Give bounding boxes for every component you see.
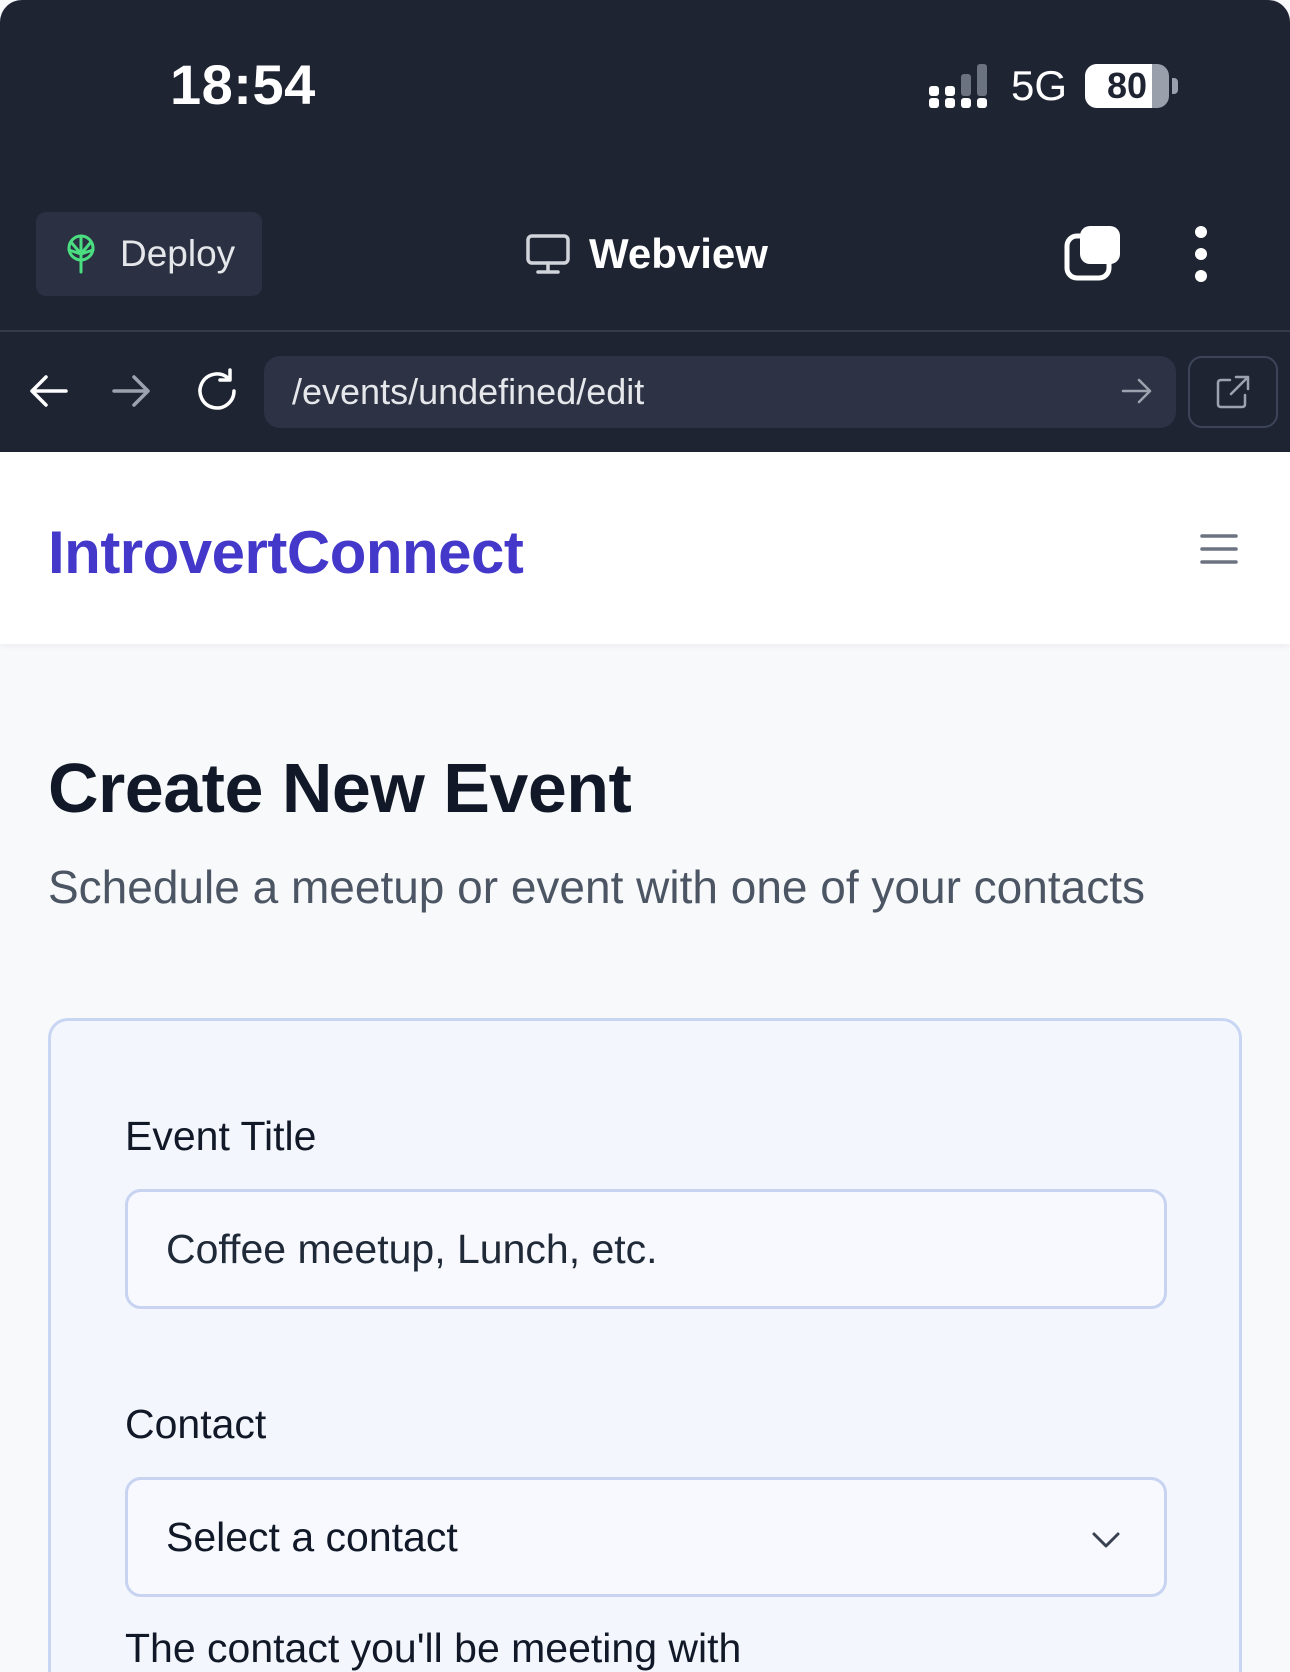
url-text: /events/undefined/edit: [292, 371, 645, 412]
hamburger-menu-icon[interactable]: [1200, 532, 1238, 566]
event-title-placeholder: Coffee meetup, Lunch, etc.: [166, 1225, 658, 1272]
external-link-icon: [1216, 375, 1250, 409]
open-external-button[interactable]: [1188, 356, 1278, 428]
url-bar[interactable]: /events/undefined/edit: [264, 356, 1176, 428]
page-title: Create New Event: [48, 749, 632, 827]
top-toolbar: Deploy Webview: [0, 210, 1290, 300]
status-time: 18:54: [170, 53, 316, 116]
browser-nav-bar: /events/undefined/edit: [0, 356, 1290, 428]
event-form: Event Title Coffee meetup, Lunch, etc. C…: [48, 1018, 1242, 1672]
monitor-icon: [526, 234, 570, 274]
go-arrow-icon[interactable]: [1120, 374, 1154, 408]
contact-help-text: The contact you'll be meeting with: [125, 1625, 742, 1671]
app-header: IntrovertConnect: [0, 452, 1290, 644]
reload-icon[interactable]: [194, 368, 240, 414]
event-title-label: Event Title: [125, 1113, 317, 1159]
toolbar-divider: [0, 330, 1290, 332]
view-mode-label[interactable]: Webview: [525, 230, 768, 278]
battery-tip: [1172, 78, 1178, 94]
signal-icon: [928, 64, 987, 108]
event-title-input[interactable]: Coffee meetup, Lunch, etc.: [125, 1189, 1167, 1309]
arrow-right-icon[interactable]: [110, 370, 152, 412]
page-subtitle: Schedule a meetup or event with one of y…: [48, 861, 1145, 913]
battery-percent: 80: [1106, 65, 1148, 106]
webview-title: Webview: [589, 230, 768, 277]
tabs-icon[interactable]: [1064, 224, 1122, 282]
chevron-down-icon: [1092, 1532, 1120, 1548]
battery-indicator: 80: [1085, 64, 1178, 108]
deploy-button[interactable]: Deploy: [36, 212, 262, 296]
antenna-icon: [67, 234, 95, 274]
status-indicators: 5G 80: [928, 62, 1178, 110]
arrow-left-icon[interactable]: [28, 370, 70, 412]
more-vertical-icon[interactable]: [1186, 224, 1216, 284]
browser-chrome: 18:54 5G 80 Deploy Webview /events/undef…: [0, 0, 1290, 452]
deploy-label: Deploy: [120, 233, 236, 274]
contact-label: Contact: [125, 1401, 267, 1447]
contact-select-value: Select a contact: [166, 1513, 458, 1560]
network-type: 5G: [1010, 62, 1067, 109]
brand-logo[interactable]: IntrovertConnect: [48, 518, 524, 587]
contact-select[interactable]: Select a contact: [125, 1477, 1167, 1597]
